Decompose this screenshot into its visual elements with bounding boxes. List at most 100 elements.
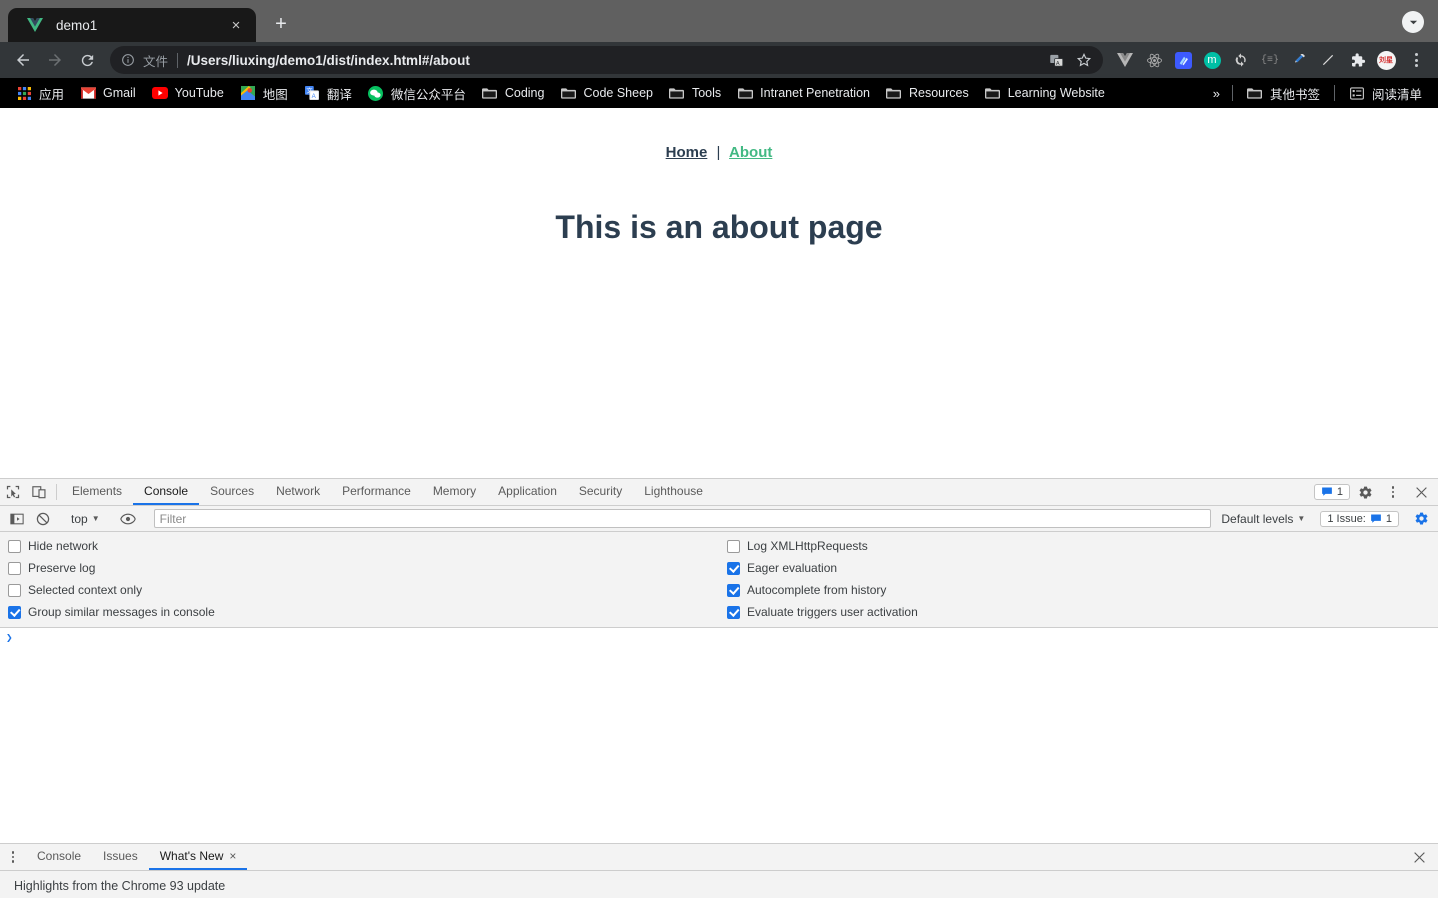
checkbox[interactable] xyxy=(727,583,740,597)
eyedropper-extension-icon[interactable] xyxy=(1285,46,1313,74)
bookmarks-divider xyxy=(1231,85,1233,101)
drawer-menu-icon[interactable] xyxy=(0,844,26,870)
profile-avatar[interactable]: 刘星 xyxy=(1372,46,1400,74)
devtools-panel: Elements Console Sources Network Perform… xyxy=(0,478,1438,898)
bookmark-item-translate[interactable]: 文A 翻译 xyxy=(296,81,360,106)
issues-count: 1 xyxy=(1385,512,1392,525)
setting-group-similar-messages[interactable]: Group similar messages in console xyxy=(8,605,719,619)
console-message-list[interactable]: ❯ xyxy=(0,628,1438,843)
info-circle-icon[interactable] xyxy=(120,52,136,68)
bookmark-item-apps[interactable]: 应用 xyxy=(8,81,72,106)
nav-link-home[interactable]: Home xyxy=(666,144,708,161)
star-icon[interactable] xyxy=(1071,47,1097,73)
drawer-tab-console[interactable]: Console xyxy=(26,844,92,870)
omnibox[interactable]: 文件 /Users/liuxing/demo1/dist/index.html#… xyxy=(110,46,1103,74)
tab-search-button[interactable] xyxy=(1402,11,1424,33)
line-extension-icon[interactable] xyxy=(1314,46,1342,74)
devtools-divider xyxy=(56,484,57,500)
bookmarks-overflow-button[interactable]: » xyxy=(1207,83,1226,104)
tab-memory[interactable]: Memory xyxy=(422,479,487,505)
drawer-tab-whats-new[interactable]: What's New × xyxy=(148,844,248,870)
checkbox[interactable] xyxy=(8,561,21,575)
device-toolbar-icon[interactable] xyxy=(26,479,52,505)
bookmark-folder-learning-website[interactable]: Learning Website xyxy=(977,82,1113,104)
forward-button[interactable] xyxy=(40,45,70,75)
bookmark-folder-intranet-penetration[interactable]: Intranet Penetration xyxy=(729,82,878,104)
omnibox-scheme-label: 文件 xyxy=(143,54,169,69)
checkbox[interactable] xyxy=(8,605,21,619)
bookmark-item-maps[interactable]: 地图 xyxy=(232,81,296,106)
tab-console[interactable]: Console xyxy=(133,479,200,505)
checkbox[interactable] xyxy=(8,539,21,553)
tab-elements[interactable]: Elements xyxy=(61,479,133,505)
console-settings-panel: Hide network Preserve log Selected conte… xyxy=(0,532,1438,628)
console-input-prompt[interactable]: ❯ xyxy=(0,628,1438,645)
tab-close-icon[interactable]: × xyxy=(226,15,246,35)
bookmark-label: Tools xyxy=(691,86,722,100)
setting-autocomplete-from-history[interactable]: Autocomplete from history xyxy=(727,583,1438,597)
code-extension-icon[interactable]: {≡} xyxy=(1256,46,1284,74)
tab-application[interactable]: Application xyxy=(487,479,568,505)
setting-preserve-log[interactable]: Preserve log xyxy=(8,561,719,575)
setting-selected-context-only[interactable]: Selected context only xyxy=(8,583,719,597)
console-context-selector[interactable]: top ▼ xyxy=(65,512,106,526)
setting-log-xmlhttprequests[interactable]: Log XMLHttpRequests xyxy=(727,539,1438,553)
tab-performance[interactable]: Performance xyxy=(331,479,422,505)
tab-network[interactable]: Network xyxy=(265,479,331,505)
translate-icon[interactable]: A xyxy=(1043,47,1069,73)
gmail-icon xyxy=(80,85,96,101)
reading-list-button[interactable]: 阅读清单 xyxy=(1341,81,1430,106)
issues-badge[interactable]: 1 Issue: 1 xyxy=(1320,510,1399,527)
translate-icon: 文A xyxy=(304,85,320,101)
browser-chrome: demo1 × + 文件 /Users/liuxing/demo1/dist/i… xyxy=(0,0,1438,108)
gear-icon[interactable] xyxy=(1352,485,1378,500)
reload-button[interactable] xyxy=(72,45,102,75)
console-level-selector[interactable]: Default levels ▼ xyxy=(1215,512,1311,526)
bookmark-item-gmail[interactable]: Gmail xyxy=(72,82,144,104)
reading-list-label: 阅读清单 xyxy=(1371,87,1422,102)
three-dots-menu-icon[interactable] xyxy=(1402,46,1430,74)
bookmark-folder-resources[interactable]: Resources xyxy=(878,82,977,104)
setting-evaluate-triggers-user-activation[interactable]: Evaluate triggers user activation xyxy=(727,605,1438,619)
other-bookmarks-button[interactable]: 其他书签 xyxy=(1239,81,1328,106)
back-button[interactable] xyxy=(8,45,38,75)
clear-console-icon[interactable] xyxy=(30,508,56,530)
vue-devtools-icon[interactable] xyxy=(1111,46,1139,74)
inspect-element-icon[interactable] xyxy=(0,479,26,505)
setting-eager-evaluation[interactable]: Eager evaluation xyxy=(727,561,1438,575)
live-expression-eye-icon[interactable] xyxy=(115,508,141,530)
checkbox[interactable] xyxy=(8,583,21,597)
checkbox[interactable] xyxy=(727,539,740,553)
tab-lighthouse[interactable]: Lighthouse xyxy=(633,479,714,505)
react-devtools-icon[interactable] xyxy=(1140,46,1168,74)
console-filter-input[interactable] xyxy=(153,509,1212,528)
bookmark-folder-code-sheep[interactable]: Code Sheep xyxy=(552,82,661,104)
setting-hide-network[interactable]: Hide network xyxy=(8,539,719,553)
browser-tab[interactable]: demo1 × xyxy=(8,8,256,42)
new-tab-button[interactable]: + xyxy=(266,9,296,39)
drawer-tab-issues[interactable]: Issues xyxy=(92,844,149,870)
setting-label: Group similar messages in console xyxy=(28,605,215,619)
folder-icon xyxy=(1247,85,1263,101)
bookmark-folder-coding[interactable]: Coding xyxy=(474,82,553,104)
sync-extension-icon[interactable] xyxy=(1227,46,1255,74)
bookmark-item-youtube[interactable]: YouTube xyxy=(144,82,232,104)
three-dots-menu-icon[interactable] xyxy=(1380,486,1406,498)
checkbox[interactable] xyxy=(727,561,740,575)
drawer-close-icon[interactable] xyxy=(1406,851,1432,864)
nav-link-about[interactable]: About xyxy=(729,144,772,161)
console-settings-gear-icon[interactable] xyxy=(1408,508,1434,530)
blue-extension-icon[interactable] xyxy=(1169,46,1197,74)
bookmark-folder-tools[interactable]: Tools xyxy=(661,82,729,104)
momentum-extension-icon[interactable]: m xyxy=(1198,46,1226,74)
message-icon xyxy=(1371,514,1381,523)
checkbox[interactable] xyxy=(727,605,740,619)
drawer-tab-close-icon[interactable]: × xyxy=(229,849,236,863)
bookmark-item-wechat[interactable]: 微信公众平台 xyxy=(360,81,474,106)
tab-sources[interactable]: Sources xyxy=(199,479,265,505)
puzzle-extensions-icon[interactable] xyxy=(1343,46,1371,74)
message-count-badge[interactable]: 1 xyxy=(1313,484,1350,500)
console-sidebar-icon[interactable] xyxy=(4,508,30,530)
tab-security[interactable]: Security xyxy=(568,479,633,505)
close-icon[interactable] xyxy=(1408,486,1434,499)
